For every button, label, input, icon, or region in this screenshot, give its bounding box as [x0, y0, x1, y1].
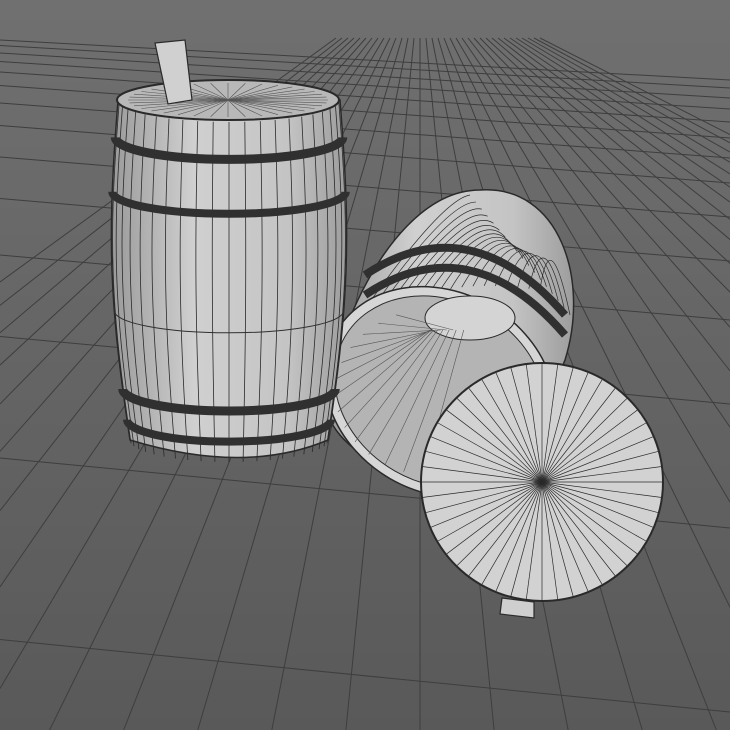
interior-far-opening — [424, 295, 516, 341]
3d-viewport[interactable] — [0, 0, 730, 730]
standing-barrel[interactable] — [108, 39, 350, 462]
